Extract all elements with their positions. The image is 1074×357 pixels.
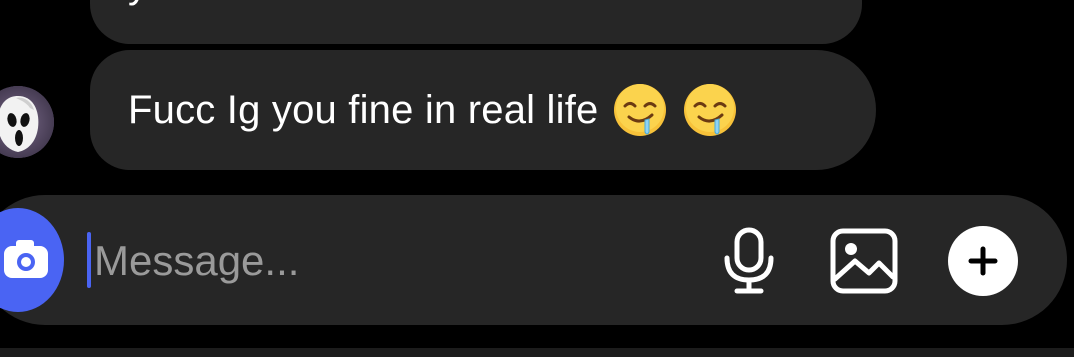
camera-icon	[4, 240, 48, 278]
message-text: Fucc Ig you fine in real life	[128, 87, 599, 132]
text-caret	[87, 232, 91, 288]
microphone-icon	[724, 227, 774, 294]
plus-icon	[968, 246, 998, 276]
ghostface-avatar-image	[0, 86, 54, 158]
previous-message-bubble: y	[90, 0, 862, 44]
previous-message-text: y	[128, 0, 148, 4]
voice-message-button[interactable]	[718, 225, 780, 297]
sender-avatar[interactable]	[0, 86, 54, 158]
gallery-button[interactable]	[828, 225, 900, 297]
add-attachment-button[interactable]	[948, 226, 1018, 296]
drooling-face-icon	[614, 84, 667, 136]
message-bubble[interactable]: Fucc Ig you fine in real life	[90, 50, 876, 170]
bottom-edge	[0, 348, 1074, 357]
gallery-icon	[830, 228, 898, 294]
drooling-face-icon	[684, 84, 737, 136]
message-input[interactable]	[94, 236, 654, 286]
chat-screen: y Fucc Ig you fine in real life	[0, 0, 1074, 357]
